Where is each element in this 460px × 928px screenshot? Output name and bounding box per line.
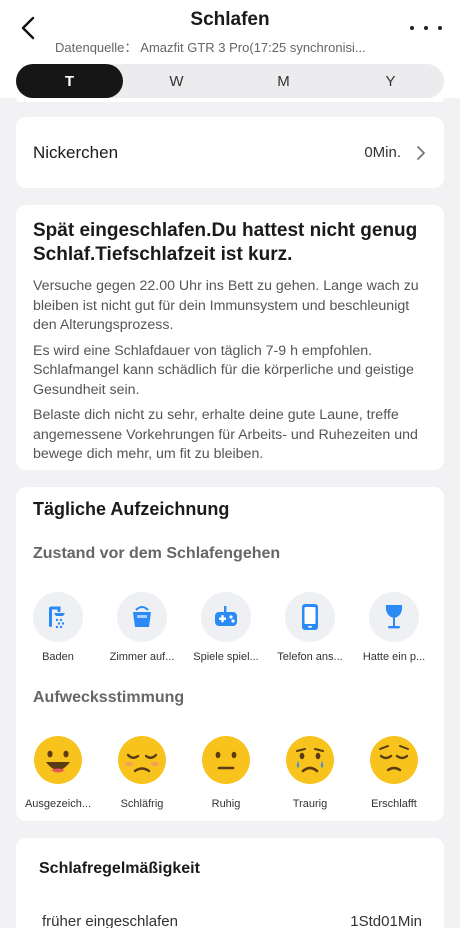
mood-label: Ausgezeich... bbox=[24, 798, 92, 810]
mood-item-excellent[interactable]: Ausgezeich... bbox=[16, 735, 100, 810]
calm-face-icon bbox=[202, 736, 250, 784]
mood-item-exhausted[interactable]: Erschlafft bbox=[352, 735, 436, 810]
activity-item-more[interactable]: | bbox=[436, 592, 444, 663]
regularity-title: Schlafregelmäßigkeit bbox=[39, 860, 200, 877]
activity-icon-row: Baden Zimmer auf... Spiele spiel... Tele… bbox=[16, 592, 444, 672]
wine-glass-icon bbox=[369, 592, 419, 642]
data-source-subtitle: Datenquelle： Amazfit GTR 3 Pro(17:25 syn… bbox=[55, 40, 366, 55]
regularity-row: früher eingeschlafen 1Std01Min bbox=[42, 913, 422, 928]
nap-value: 0Min. bbox=[364, 144, 401, 161]
activity-item-spiele[interactable]: Spiele spiel... bbox=[184, 592, 268, 663]
mood-label: Schläfrig bbox=[120, 798, 164, 810]
previous-card-edge bbox=[16, 98, 444, 102]
nap-row[interactable]: Nickerchen 0Min. bbox=[16, 117, 444, 188]
sad-face-icon bbox=[286, 736, 334, 784]
advice-paragraph: Es wird eine Schlafdauer von täglich 7-9… bbox=[33, 342, 414, 398]
tab-day[interactable]: T bbox=[16, 64, 123, 98]
activity-item-getraenk[interactable]: Hatte ein p... bbox=[352, 592, 436, 663]
regularity-row-label: früher eingeschlafen bbox=[42, 913, 178, 928]
sleep-advice-card: Spät eingeschlafen.Du hattest nicht genu… bbox=[16, 205, 444, 470]
mood-item-sleepy[interactable]: Schläfrig bbox=[100, 735, 184, 810]
exhausted-face-icon bbox=[370, 736, 418, 784]
daily-record-card: Tägliche Aufzeichnung Zustand vor dem Sc… bbox=[16, 487, 444, 677]
shower-icon bbox=[33, 592, 83, 642]
activity-label: | bbox=[436, 651, 444, 663]
sleepy-face-icon bbox=[118, 736, 166, 784]
mood-item-sad[interactable]: Traurig bbox=[268, 735, 352, 810]
mood-label: Erschlafft bbox=[371, 798, 417, 810]
advice-paragraph: Belaste dich nicht zu sehr, erhalte dein… bbox=[33, 407, 418, 462]
activity-label: Hatte ein p... bbox=[362, 651, 426, 663]
chevron-right-icon bbox=[415, 145, 427, 161]
mood-label: Traurig bbox=[292, 798, 328, 810]
tab-week[interactable]: W bbox=[123, 64, 230, 98]
activity-label: Telefon ans... bbox=[277, 651, 343, 663]
bucket-icon bbox=[117, 592, 167, 642]
mood-emoji-row: Ausgezeich... Schläfrig Ruhig Traurig Er… bbox=[16, 735, 444, 817]
regularity-row-value: 1Std01Min bbox=[350, 913, 422, 928]
period-segmented-control: T W M Y bbox=[16, 64, 444, 98]
phone-icon bbox=[285, 592, 335, 642]
happy-face-icon bbox=[34, 736, 82, 784]
page-title: Schlafen bbox=[190, 9, 270, 30]
activity-label: Zimmer auf... bbox=[109, 651, 175, 663]
dot-icon bbox=[424, 26, 428, 30]
tab-month[interactable]: M bbox=[230, 64, 337, 98]
header: Schlafen Datenquelle： Amazfit GTR 3 Pro(… bbox=[0, 0, 460, 98]
advice-paragraph: Versuche gegen 22.00 Uhr ins Bett zu geh… bbox=[33, 278, 419, 333]
sleep-regularity-card: Schlafregelmäßigkeit früher eingeschlafe… bbox=[16, 838, 444, 928]
daily-record-title: Tägliche Aufzeichnung bbox=[33, 499, 230, 519]
before-sleep-label: Zustand vor dem Schlafengehen bbox=[33, 545, 281, 562]
gamepad-icon bbox=[201, 592, 251, 642]
activity-label: Spiele spiel... bbox=[193, 651, 259, 663]
activity-label: Baden bbox=[42, 651, 74, 663]
tab-year[interactable]: Y bbox=[337, 64, 444, 98]
activity-item-zimmer[interactable]: Zimmer auf... bbox=[100, 592, 184, 663]
wakeup-mood-label: Aufwecksstimmung bbox=[33, 689, 185, 706]
advice-headline: Spät eingeschlafen.Du hattest nicht genu… bbox=[33, 220, 418, 265]
nap-label: Nickerchen bbox=[33, 142, 119, 162]
mood-label: Ruhig bbox=[211, 798, 241, 810]
activity-item-baden[interactable]: Baden bbox=[16, 592, 100, 663]
mood-item-calm[interactable]: Ruhig bbox=[184, 735, 268, 810]
wakeup-mood-card: Aufwecksstimmung Ausgezeich... Schläfrig bbox=[16, 677, 444, 821]
more-options-button[interactable] bbox=[410, 18, 442, 38]
activity-item-telefon[interactable]: Telefon ans... bbox=[268, 592, 352, 663]
dot-icon bbox=[410, 26, 414, 30]
dot-icon bbox=[438, 26, 442, 30]
